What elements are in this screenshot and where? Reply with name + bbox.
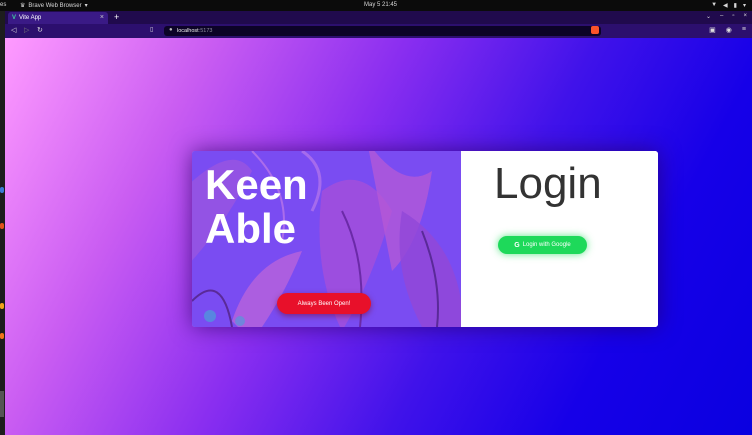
- app-menu[interactable]: ♛ Brave Web Browser ▾: [20, 2, 88, 10]
- address-bar[interactable]: ● localhost:5173: [164, 26, 601, 36]
- app-menu-label: Brave Web Browser: [28, 2, 82, 9]
- brand-line-1: Keen: [205, 161, 308, 208]
- close-window-icon[interactable]: ×: [743, 13, 747, 20]
- navigation-bar: ◁ ▷ ↻ ▯ ● localhost:5173 ▣ ◉ ≡: [5, 24, 752, 38]
- maximize-icon[interactable]: ▫: [732, 13, 734, 20]
- system-top-bar: es ♛ Brave Web Browser ▾ May 5 21:45 ▼ ◀…: [0, 0, 752, 11]
- brave-shields-icon[interactable]: [591, 26, 599, 34]
- close-tab-icon[interactable]: ×: [100, 14, 104, 21]
- chevron-down-icon: ▾: [84, 3, 88, 9]
- brave-lion-icon: ♛: [20, 3, 26, 9]
- url-host: localhost: [177, 28, 199, 34]
- url-port: :5173: [198, 28, 213, 34]
- feather-panel: Keen Able Always Been Open!: [192, 151, 461, 327]
- tab-vite-app[interactable]: V Vite App ×: [8, 12, 108, 24]
- battery-icon: ▮: [733, 3, 737, 9]
- reload-icon[interactable]: ↻: [37, 26, 43, 34]
- login-card: Keen Able Always Been Open! Login G Logi…: [192, 151, 658, 327]
- toolbar-right: ▣ ◉ ≡: [709, 26, 746, 34]
- dock-scrollbar[interactable]: [0, 391, 4, 417]
- tab-search-icon[interactable]: ⌄: [706, 13, 711, 20]
- forward-icon[interactable]: ▷: [24, 26, 29, 34]
- clock[interactable]: May 5 21:45: [364, 2, 397, 8]
- always-open-button[interactable]: Always Been Open!: [277, 293, 371, 314]
- minimize-icon[interactable]: –: [720, 13, 723, 20]
- dock-app-icon[interactable]: [0, 303, 4, 309]
- dock-app-icon[interactable]: [0, 187, 4, 193]
- login-panel: Login G Login with Google: [461, 151, 658, 327]
- activities-button[interactable]: es: [0, 2, 6, 8]
- dock-app-icon[interactable]: [0, 333, 4, 339]
- vite-logo-icon: V: [12, 15, 17, 21]
- sidebar-icon[interactable]: ▣: [709, 26, 716, 34]
- page-background: Keen Able Always Been Open! Login G Logi…: [5, 38, 752, 435]
- tab-strip: V Vite App × + ⌄ – ▫ ×: [5, 11, 752, 24]
- volume-icon: ◀: [723, 3, 728, 9]
- system-tray[interactable]: ▼ ◀ ▮ ▾: [711, 2, 746, 9]
- wallet-icon[interactable]: ◉: [726, 26, 732, 34]
- new-tab-button[interactable]: +: [114, 12, 119, 22]
- login-heading: Login: [494, 159, 602, 208]
- back-icon[interactable]: ◁: [11, 26, 16, 34]
- wifi-icon: ▼: [711, 2, 718, 8]
- brand-line-2: Able: [205, 205, 297, 252]
- tab-title: Vite App: [19, 15, 42, 21]
- brand-title: Keen Able: [205, 163, 308, 251]
- google-button-label: Login with Google: [522, 242, 571, 248]
- window-controls: ⌄ – ▫ ×: [706, 13, 747, 20]
- dock-app-icon[interactable]: [0, 223, 4, 229]
- menu-icon[interactable]: ≡: [742, 26, 746, 34]
- google-icon: G: [514, 241, 520, 249]
- bookmark-icon[interactable]: ▯: [150, 26, 153, 33]
- login-with-google-button[interactable]: G Login with Google: [498, 236, 587, 254]
- chevron-down-icon: ▾: [742, 3, 746, 9]
- site-info-icon[interactable]: ●: [169, 27, 173, 33]
